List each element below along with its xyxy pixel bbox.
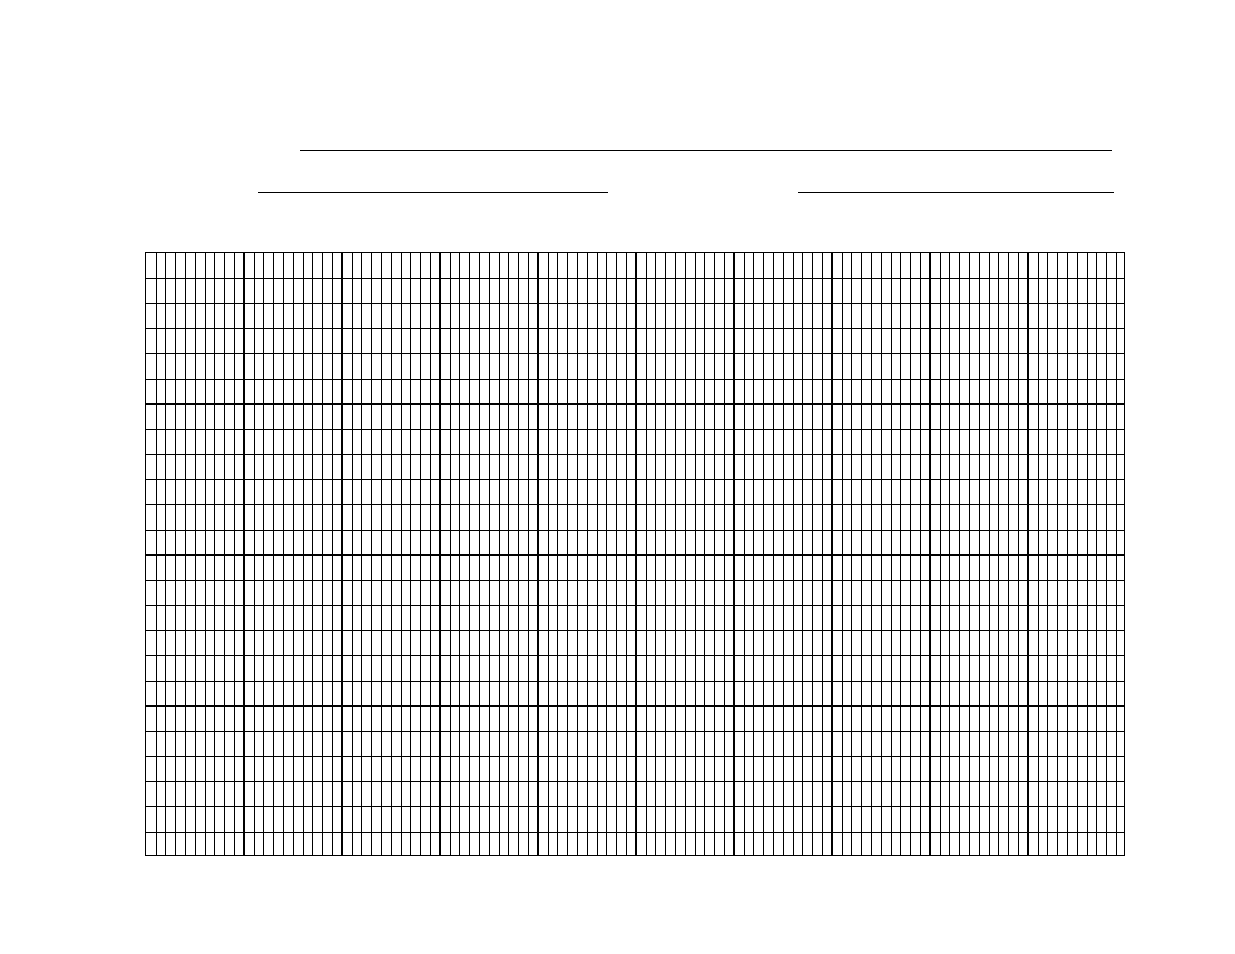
- grid-hline: [146, 379, 1124, 380]
- grid-hline: [146, 328, 1124, 329]
- header-underline-left: [258, 192, 608, 193]
- grid-hline: [146, 806, 1124, 807]
- grid-hline: [146, 681, 1124, 682]
- grid-hline: [146, 655, 1124, 656]
- grid-paper: [145, 252, 1125, 856]
- grid-hline: [146, 353, 1124, 354]
- grid-hline: [146, 705, 1124, 707]
- grid-hline: [146, 580, 1124, 581]
- grid-hline: [146, 303, 1124, 304]
- grid-hline: [146, 756, 1124, 757]
- grid-lines: [146, 253, 1124, 855]
- grid-hline: [146, 630, 1124, 631]
- grid-hline: [146, 479, 1124, 480]
- grid-hline: [146, 731, 1124, 732]
- grid-hline: [146, 554, 1124, 556]
- grid-hline: [146, 832, 1124, 833]
- header-underline-right: [798, 192, 1114, 193]
- grid-hline: [146, 278, 1124, 279]
- grid-hline: [146, 403, 1124, 404]
- grid-hline: [146, 454, 1124, 455]
- grid-hline: [146, 605, 1124, 606]
- grid-hline: [146, 504, 1124, 505]
- grid-hline: [146, 429, 1124, 430]
- header-underline-top: [300, 150, 1112, 151]
- grid-hline: [146, 781, 1124, 782]
- grid-hline: [146, 530, 1124, 531]
